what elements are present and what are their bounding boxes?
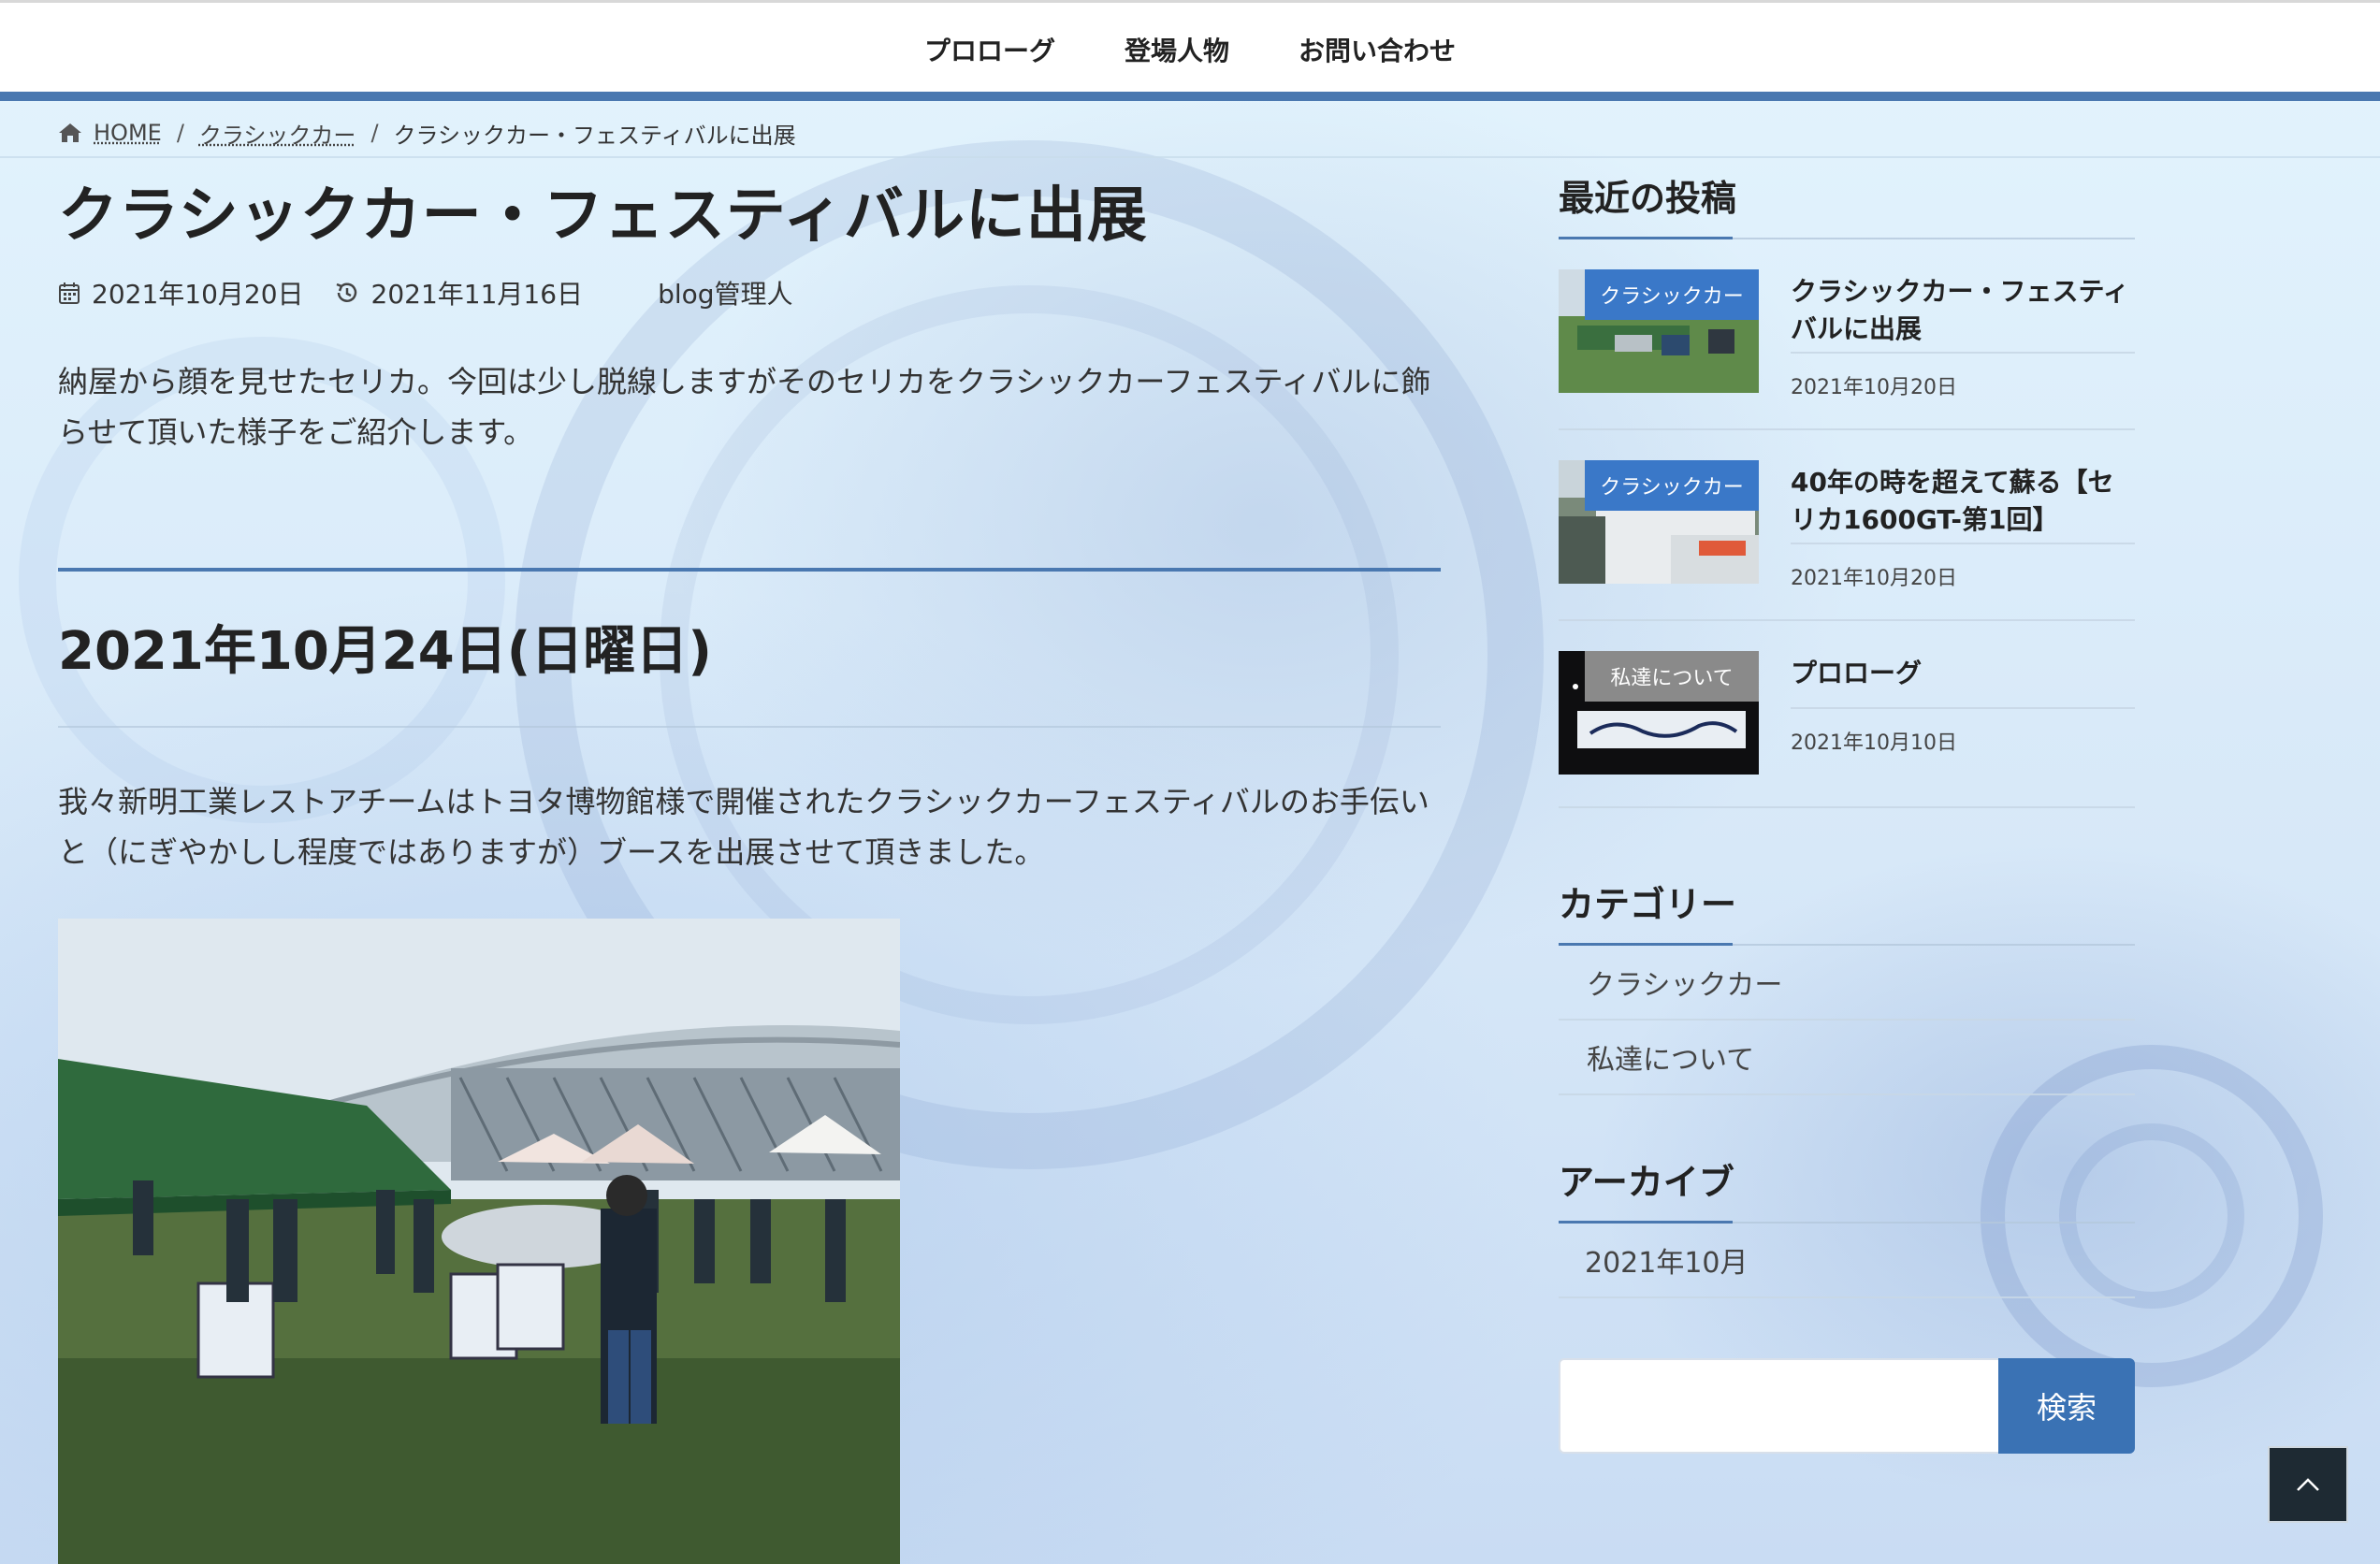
post-meta: 2021年10月20日 2021年11月16日 blog管理人: [58, 274, 1443, 311]
recent-post-date: 2021年10月20日: [1791, 376, 1957, 399]
body-paragraph: 我々新明工業レストアチームはトヨタ博物館様で開催されたクラシックカーフェスティバ…: [58, 784, 1429, 870]
category-badge[interactable]: クラシックカー: [1585, 269, 1759, 320]
category-list: クラシックカー 私達について: [1559, 946, 2135, 1095]
section-top-rule: [58, 568, 1441, 572]
updated-date: 2021年11月16日: [334, 274, 584, 311]
section-heading: 2021年10月24日(日曜日): [58, 621, 712, 682]
author-name[interactable]: blog管理人: [658, 274, 792, 311]
recent-post-card[interactable]: クラシックカー 40年の時を超えて蘇る【セリカ1600GT-第1回】 2021年…: [1559, 430, 2135, 621]
back-to-top-button[interactable]: [2268, 1446, 2348, 1523]
search-form: 検索: [1559, 1358, 2135, 1454]
nav-item-contact[interactable]: お問い合わせ: [1299, 31, 1456, 68]
published-date-text: 2021年10月20日: [92, 279, 304, 310]
intro-paragraph: 納屋から顔を見せたセリカ。今回は少し脱線しますがそのセリカをクラシックカーフェス…: [58, 364, 1431, 450]
home-icon: [58, 122, 82, 144]
archives-title-rule: [1559, 1221, 2135, 1224]
recent-post-thumbnail[interactable]: クラシックカー: [1559, 460, 1759, 584]
breadcrumb-category[interactable]: クラシックカー: [199, 117, 356, 150]
categories-title-rule: [1559, 943, 2135, 946]
nav-item-prologue[interactable]: プロローグ: [924, 31, 1055, 68]
history-icon: [334, 280, 360, 306]
category-item[interactable]: クラシックカー: [1559, 946, 2135, 1021]
nav-menu: プロローグ 登場人物 お問い合わせ: [0, 3, 2380, 68]
breadcrumb-divider: [0, 156, 2380, 158]
recent-post-date: 2021年10月20日: [1791, 567, 1957, 590]
calendar-icon: [58, 281, 80, 305]
breadcrumb-separator: /: [370, 120, 379, 146]
archive-list: 2021年10月: [1559, 1224, 2135, 1298]
breadcrumb-separator: /: [176, 120, 184, 146]
search-input[interactable]: [1559, 1358, 1998, 1454]
recent-post-card[interactable]: 私達について プロローグ 2021年10月10日: [1559, 621, 2135, 808]
breadcrumb: HOME / クラシックカー / クラシックカー・フェスティバルに出展: [58, 114, 796, 152]
breadcrumb-current: クラシックカー・フェスティバルに出展: [393, 122, 796, 149]
recent-post-date-divider: [1791, 707, 2135, 709]
breadcrumb-home[interactable]: HOME: [94, 120, 162, 146]
search-button[interactable]: 検索: [1998, 1358, 2135, 1454]
archives-title: アーカイブ: [1559, 1162, 1734, 1203]
event-photo: [58, 919, 900, 1564]
nav-accent-bar: [0, 92, 2380, 101]
recent-post-title[interactable]: 40年の時を超えて蘇る【セリカ1600GT-第1回】: [1791, 464, 2139, 539]
published-date: 2021年10月20日: [58, 274, 304, 311]
recent-post-date: 2021年10月10日: [1791, 731, 1957, 755]
recent-post-title[interactable]: プロローグ: [1791, 655, 2139, 692]
recent-post-thumbnail[interactable]: クラシックカー: [1559, 269, 1759, 393]
sidebar: 最近の投稿 クラシックカー クラシックカー・フェスティバルに出展 2021年10…: [1559, 164, 2135, 1454]
post-title: クラシックカー・フェスティバルに出展: [58, 181, 1148, 251]
archive-item[interactable]: 2021年10月: [1559, 1224, 2135, 1298]
recent-post-title[interactable]: クラシックカー・フェスティバルに出展: [1791, 273, 2139, 348]
recent-post-date-divider: [1791, 352, 2135, 354]
updated-date-text: 2021年11月16日: [370, 279, 584, 310]
section-divider: [58, 726, 1441, 728]
recent-posts-title: 最近の投稿: [1559, 178, 1737, 219]
recent-post-thumbnail[interactable]: 私達について: [1559, 651, 1759, 775]
recent-post-card[interactable]: クラシックカー クラシックカー・フェスティバルに出展 2021年10月20日: [1559, 239, 2135, 430]
category-badge[interactable]: 私達について: [1585, 651, 1759, 702]
top-navigation: プロローグ 登場人物 お問い合わせ: [0, 0, 2380, 92]
category-item[interactable]: 私達について: [1559, 1021, 2135, 1095]
category-badge[interactable]: クラシックカー: [1585, 460, 1759, 511]
categories-title: カテゴリー: [1559, 884, 1737, 925]
recent-post-date-divider: [1791, 543, 2135, 544]
nav-item-characters[interactable]: 登場人物: [1125, 31, 1229, 68]
chevron-up-icon: [2295, 1476, 2321, 1493]
article: クラシックカー・フェスティバルに出展 2021年10月20日 2021年11月1…: [58, 164, 1443, 1564]
